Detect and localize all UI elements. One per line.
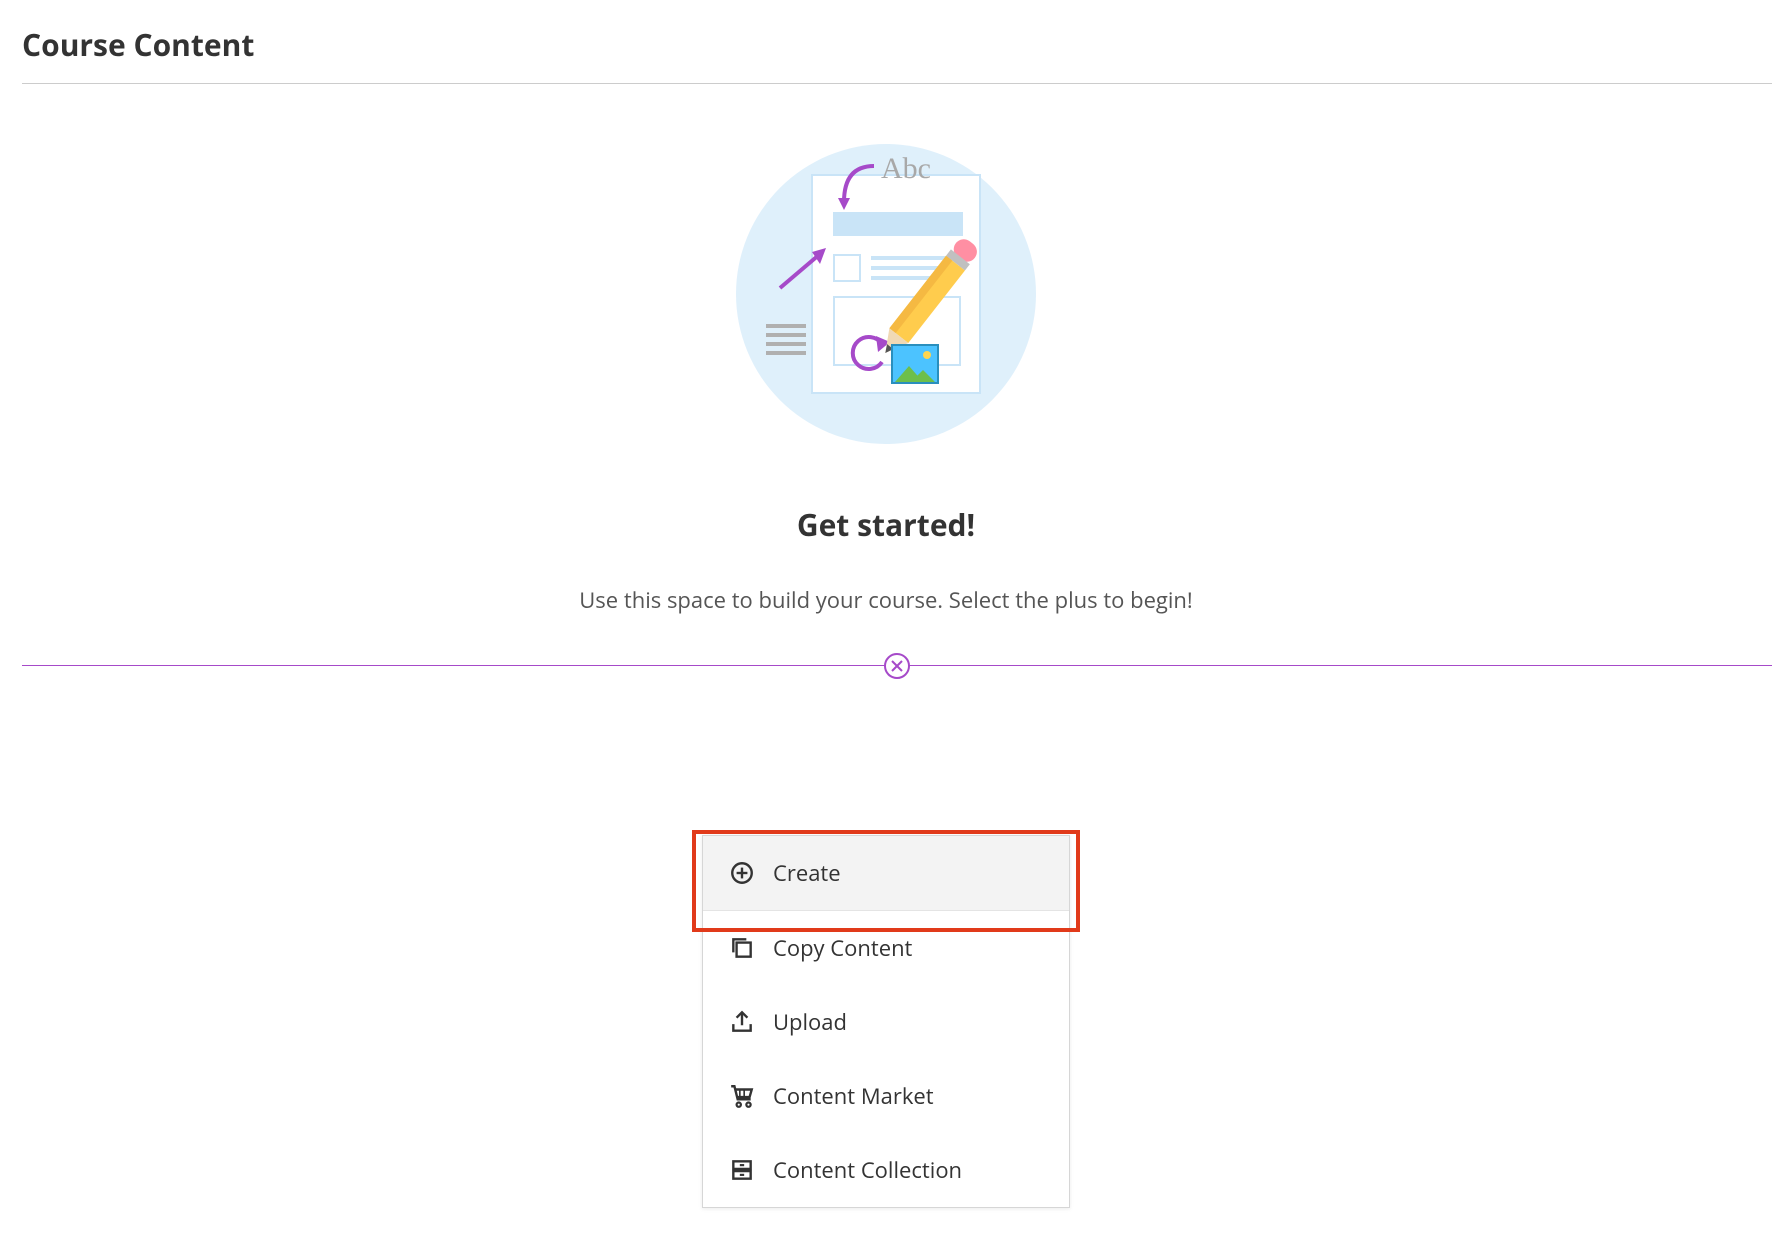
illustration-paragraph-lines xyxy=(766,324,806,360)
close-add-button[interactable] xyxy=(884,653,910,679)
illustration-abc-label: Abc xyxy=(881,152,931,186)
image-icon xyxy=(891,344,939,384)
menu-item-create[interactable]: Create xyxy=(703,836,1069,911)
menu-item-content-market[interactable]: Content Market xyxy=(703,1059,1069,1133)
menu-item-label: Upload xyxy=(773,1007,847,1037)
menu-item-label: Create xyxy=(773,858,841,888)
menu-item-copy-content[interactable]: Copy Content xyxy=(703,911,1069,985)
menu-item-content-collection[interactable]: Content Collection xyxy=(703,1133,1069,1207)
illustration-doc-box xyxy=(833,254,861,282)
empty-state-subtext: Use this space to build your course. Sel… xyxy=(0,585,1772,615)
empty-state-heading: Get started! xyxy=(0,504,1772,545)
add-content-menu: Create Copy Content Upload Content Marke… xyxy=(702,835,1070,1208)
close-icon xyxy=(891,660,903,672)
cart-icon xyxy=(729,1083,755,1109)
menu-item-upload[interactable]: Upload xyxy=(703,985,1069,1059)
menu-item-label: Content Collection xyxy=(773,1155,962,1185)
empty-state: Abc Get started! Use this space to bu xyxy=(0,144,1772,615)
arrow-down-icon xyxy=(834,162,882,222)
upload-icon xyxy=(729,1009,755,1035)
add-content-divider xyxy=(22,665,1772,666)
empty-state-illustration: Abc xyxy=(736,144,1036,444)
plus-circle-icon xyxy=(729,860,755,886)
title-divider xyxy=(22,83,1772,84)
page-title: Course Content xyxy=(0,0,1772,83)
arrow-diagonal-icon xyxy=(776,244,836,292)
copy-icon xyxy=(729,935,755,961)
menu-item-label: Content Market xyxy=(773,1081,934,1111)
menu-item-label: Copy Content xyxy=(773,933,912,963)
archive-icon xyxy=(729,1157,755,1183)
